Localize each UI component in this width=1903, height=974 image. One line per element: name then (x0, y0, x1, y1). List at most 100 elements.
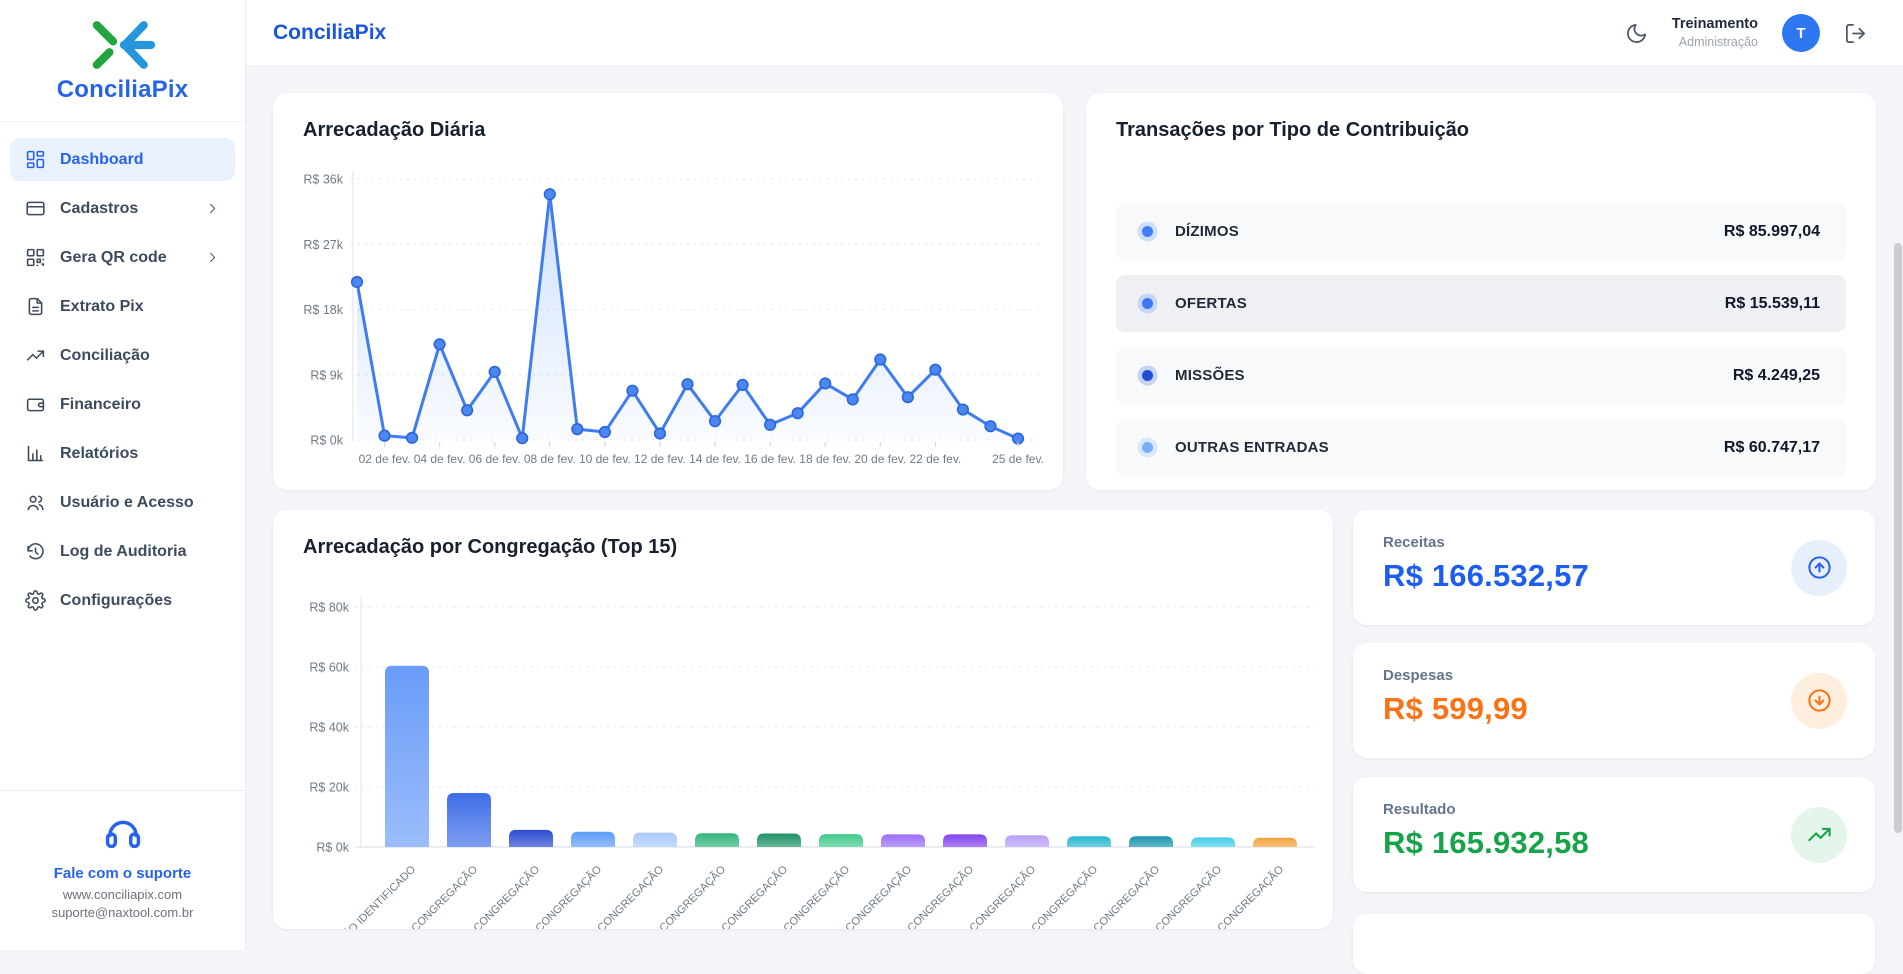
trending-up-icon (1791, 807, 1847, 863)
svg-text:R$ 9k: R$ 9k (310, 368, 343, 382)
logout-icon[interactable] (1844, 22, 1867, 45)
sidebar-item-dashboard[interactable]: Dashboard (10, 138, 235, 181)
svg-text:R$ 0k: R$ 0k (310, 434, 343, 448)
sidebar-item-log-de-auditoria[interactable]: Log de Auditoria (10, 530, 235, 573)
contribution-label: DÍZIMOS (1175, 223, 1239, 240)
summary-card-partial (1353, 914, 1875, 974)
support-website: www.conciliapix.com (0, 887, 245, 903)
sidebar-item-relat-rios[interactable]: Relatórios (10, 432, 235, 475)
sidebar-item-configura-es[interactable]: Configurações (10, 579, 235, 622)
topbar-actions: Treinamento Administração T (1625, 14, 1867, 52)
summary-label: Receitas (1383, 534, 1845, 551)
dashboard-grid-icon (25, 149, 46, 170)
contribution-label: MISSÕES (1175, 367, 1245, 384)
svg-text:R$ 80k: R$ 80k (309, 601, 349, 615)
contribution-label: OUTRAS ENTRADAS (1175, 439, 1329, 456)
contribution-value: R$ 60.747,17 (1724, 439, 1820, 457)
qr-code-icon (25, 247, 46, 268)
svg-text:18 de fev.: 18 de fev. (799, 452, 851, 466)
contribution-row[interactable]: DÍZIMOS R$ 85.997,04 (1116, 203, 1846, 260)
contribution-value: R$ 85.997,04 (1724, 223, 1820, 241)
summary-card-receitas: Receitas R$ 166.532,57 (1353, 510, 1875, 625)
card-icon (25, 198, 46, 219)
brand-logo: ConciliaPix (0, 0, 245, 122)
sidebar-item-label: Log de Auditoria (60, 543, 187, 561)
contribution-dot-icon (1142, 370, 1153, 381)
svg-text:R$ 27k: R$ 27k (303, 238, 343, 252)
sidebar-support: Fale com o suporte www.conciliapix.com s… (0, 790, 245, 950)
user-menu[interactable]: Treinamento Administração (1672, 15, 1758, 50)
daily-revenue-card: Arrecadação Diária R$ 0k R$ 9k R$ 18k R$ 27… (273, 93, 1063, 490)
summary-value: R$ 165.932,58 (1383, 825, 1845, 861)
sidebar-item-label: Dashboard (60, 151, 144, 169)
moon-icon[interactable] (1625, 22, 1648, 45)
contribution-label: OFERTAS (1175, 295, 1247, 312)
svg-text:20 de fev.: 20 de fev. (854, 452, 906, 466)
users-icon (25, 492, 46, 513)
sidebar-item-cadastros[interactable]: Cadastros (10, 187, 235, 230)
sidebar-item-financeiro[interactable]: Financeiro (10, 383, 235, 426)
summary-card-resultado: Resultado R$ 165.932,58 (1353, 777, 1875, 892)
daily-revenue-title: Arrecadação Diária (273, 93, 1063, 142)
document-icon (25, 296, 46, 317)
wallet-icon (25, 394, 46, 415)
svg-text:06 de fev.: 06 de fev. (469, 452, 521, 466)
contribution-row[interactable]: OUTRAS ENTRADAS R$ 60.747,17 (1116, 419, 1846, 476)
contribution-row[interactable]: MISSÕESR$ 4.249,25 (1116, 347, 1846, 404)
contribution-list: DÍZIMOS R$ 85.997,04 OFERTASR$ 15.539,11 MI… (1116, 203, 1846, 491)
arrow-down-circle-icon (1791, 673, 1847, 729)
contribution-types-title: Transações por Tipo de Contribuição (1086, 93, 1876, 142)
user-role: Administração (1672, 34, 1758, 50)
sidebar-item-label: Financeiro (60, 396, 141, 414)
svg-text:16 de fev.: 16 de fev. (744, 452, 796, 466)
brand-name: ConciliaPix (57, 76, 189, 104)
bar-chart-icon (25, 443, 46, 464)
chevron-right-icon (205, 201, 220, 216)
svg-text:R$ 60k: R$ 60k (309, 661, 349, 675)
summary-label: Resultado (1383, 801, 1845, 818)
summary-value: R$ 166.532,57 (1383, 558, 1845, 594)
svg-text:14 de fev.: 14 de fev. (689, 452, 741, 466)
svg-text:R$ 0k: R$ 0k (316, 841, 349, 855)
summary-card-despesas: DespesasR$ 599,99 (1353, 643, 1875, 758)
svg-text:25 de fev.: 25 de fev. (992, 452, 1044, 466)
summary-value: R$ 599,99 (1383, 691, 1845, 727)
congregation-bar-chart: R$ 0k R$ 20k R$ 40k R$ 60k R$ 80k NÃO IDENTIF… (273, 574, 1333, 929)
arrow-up-circle-icon (1791, 540, 1847, 596)
svg-text:R$ 40k: R$ 40k (309, 721, 349, 735)
support-email: suporte@naxtool.com.br (0, 905, 245, 921)
contribution-row[interactable]: OFERTASR$ 15.539,11 (1116, 275, 1846, 332)
svg-text:R$ 20k: R$ 20k (309, 781, 349, 795)
user-name: Treinamento (1672, 15, 1758, 34)
svg-text:04 de fev.: 04 de fev. (414, 452, 466, 466)
sidebar-item-label: Relatórios (60, 445, 138, 463)
sidebar-item-gera-qr-code[interactable]: Gera QR code (10, 236, 235, 279)
trend-up-icon (25, 345, 46, 366)
sidebar-nav: Dashboard Cadastros Gera QR code Extrato Pi… (0, 122, 245, 622)
sidebar-item-concilia-o[interactable]: Conciliação (10, 334, 235, 377)
sidebar-item-label: Gera QR code (60, 249, 167, 267)
scrollbar-thumb[interactable] (1894, 243, 1902, 833)
headphones-icon (0, 811, 245, 853)
sidebar-item-label: Configurações (60, 592, 172, 610)
support-link[interactable]: Fale com o suporte (0, 865, 245, 882)
avatar[interactable]: T (1782, 14, 1820, 52)
page-scrollbar (1894, 0, 1903, 950)
sidebar: ConciliaPix Dashboard Cadastros Gera QR co… (0, 0, 246, 950)
page-title: ConciliaPix (273, 21, 386, 45)
svg-text:R$ 18k: R$ 18k (303, 303, 343, 317)
svg-text:12 de fev.: 12 de fev. (634, 452, 686, 466)
svg-text:NÃO IDENTIFICADO: NÃO IDENTIFICADO (335, 863, 418, 929)
svg-text:10 de fev.: 10 de fev. (579, 452, 631, 466)
sidebar-item-usu-rio-e-acesso[interactable]: Usuário e Acesso (10, 481, 235, 524)
conciliapix-logo-icon (86, 17, 160, 73)
svg-text:02 de fev.: 02 de fev. (359, 452, 411, 466)
sidebar-item-label: Cadastros (60, 200, 138, 218)
history-icon (25, 541, 46, 562)
daily-revenue-line-chart: R$ 0kR$ 9kR$ 18kR$ 27kR$ 36k02 de fev.04… (273, 153, 1063, 490)
topbar: ConciliaPix Treinamento Administração T (246, 0, 1903, 67)
gear-icon (25, 590, 46, 611)
sidebar-item-label: Extrato Pix (60, 298, 144, 316)
contribution-dot-icon (1142, 442, 1153, 453)
sidebar-item-extrato-pix[interactable]: Extrato Pix (10, 285, 235, 328)
